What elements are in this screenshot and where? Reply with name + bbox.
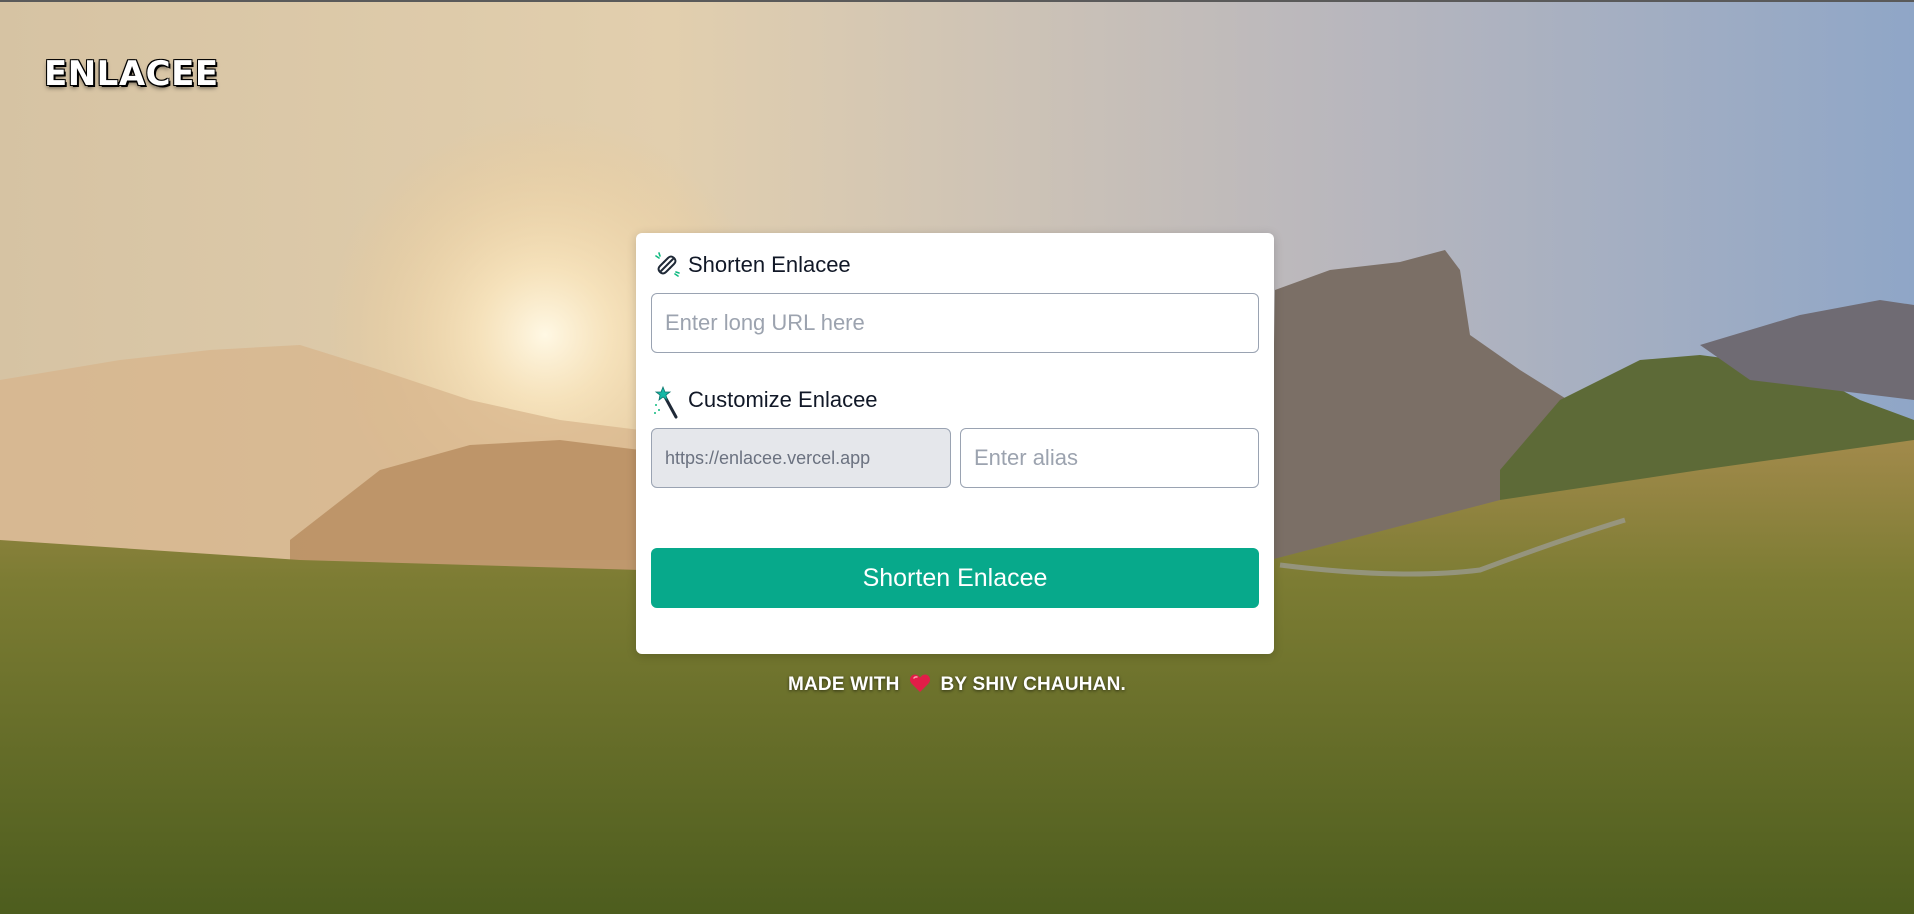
- link-icon: [652, 250, 682, 280]
- top-border: [0, 0, 1914, 2]
- footer-made-with: MADE WITH: [787, 674, 900, 695]
- customize-section-label: Customize Enlacee: [652, 385, 878, 419]
- magic-wand-icon: [652, 385, 682, 419]
- footer-credit: MADE WITH BY SHIV CHAUHAN.: [0, 673, 1914, 699]
- heart-icon: [909, 673, 931, 699]
- footer-author: BY SHIV CHAUHAN.: [940, 674, 1126, 695]
- alias-input[interactable]: [960, 428, 1259, 488]
- shorten-button[interactable]: Shorten Enlacee: [651, 548, 1259, 608]
- long-url-input[interactable]: [651, 293, 1259, 353]
- brand-logo[interactable]: ENLACEE: [44, 54, 219, 94]
- shorten-label-text: Shorten Enlacee: [688, 252, 851, 277]
- shortener-card: Shorten Enlacee Customize Enlacee https:…: [636, 233, 1274, 654]
- customize-label-text: Customize Enlacee: [688, 387, 878, 412]
- domain-prefix-field: https://enlacee.vercel.app: [651, 428, 951, 488]
- shorten-section-label: Shorten Enlacee: [652, 250, 851, 280]
